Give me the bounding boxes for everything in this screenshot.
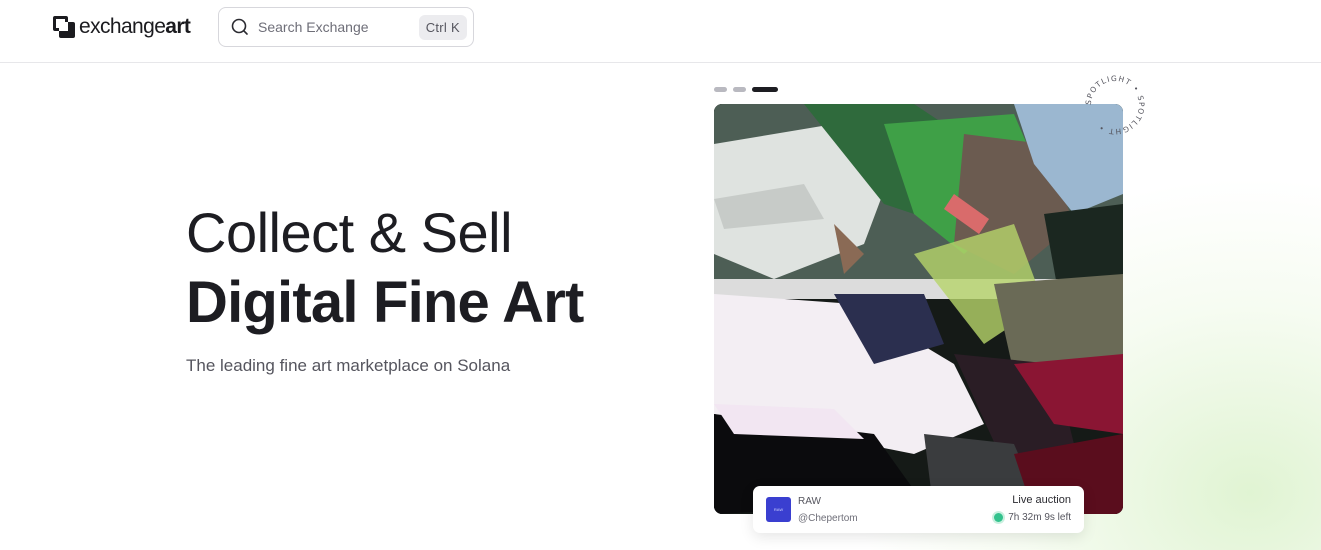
artwork-avatar: RAW (766, 497, 791, 522)
artwork-title: RAW (798, 495, 821, 507)
carousel-dot-1[interactable] (714, 87, 727, 92)
hero-title-line1: Collect & Sell (186, 201, 513, 264)
search-icon (231, 18, 248, 35)
carousel-dot-2[interactable] (733, 87, 746, 92)
auction-time-left: 7h 32m 9s left (1008, 512, 1071, 523)
logo-text: exchangeart (79, 15, 191, 38)
exchange-art-logo[interactable]: exchangeart (53, 15, 191, 39)
spotlight-badge: SPOTLIGHT • SPOTLIGHT • (1080, 70, 1150, 140)
featured-artwork-image[interactable] (714, 104, 1123, 514)
artist-handle[interactable]: @Chepertom (798, 513, 858, 524)
logo-icon (53, 16, 75, 38)
search-bar[interactable]: Search Exchange Ctrl K (218, 7, 474, 47)
auction-card[interactable]: RAW RAW @Chepertom Live auction 7h 32m 9… (753, 486, 1084, 533)
top-navbar: exchangeart Search Exchange Ctrl K (0, 0, 1321, 63)
hero-section: Collect & Sell Digital Fine Art The lead… (186, 200, 584, 376)
auction-status: Live auction 7h 32m 9s left (994, 494, 1071, 523)
auction-time: 7h 32m 9s left (994, 512, 1071, 523)
carousel-dot-3-active[interactable] (752, 87, 778, 92)
hero-subtitle: The leading fine art marketplace on Sola… (186, 356, 511, 375)
svg-text:SPOTLIGHT • SPOTLIGHT •: SPOTLIGHT • SPOTLIGHT • (1084, 74, 1146, 136)
search-shortcut-badge: Ctrl K (418, 14, 467, 40)
carousel-indicators (714, 87, 778, 92)
live-dot-icon (994, 513, 1004, 522)
auction-status-label: Live auction (1012, 494, 1071, 506)
hero-title-line2: Digital Fine Art (186, 270, 584, 335)
search-placeholder: Search Exchange (258, 19, 369, 35)
